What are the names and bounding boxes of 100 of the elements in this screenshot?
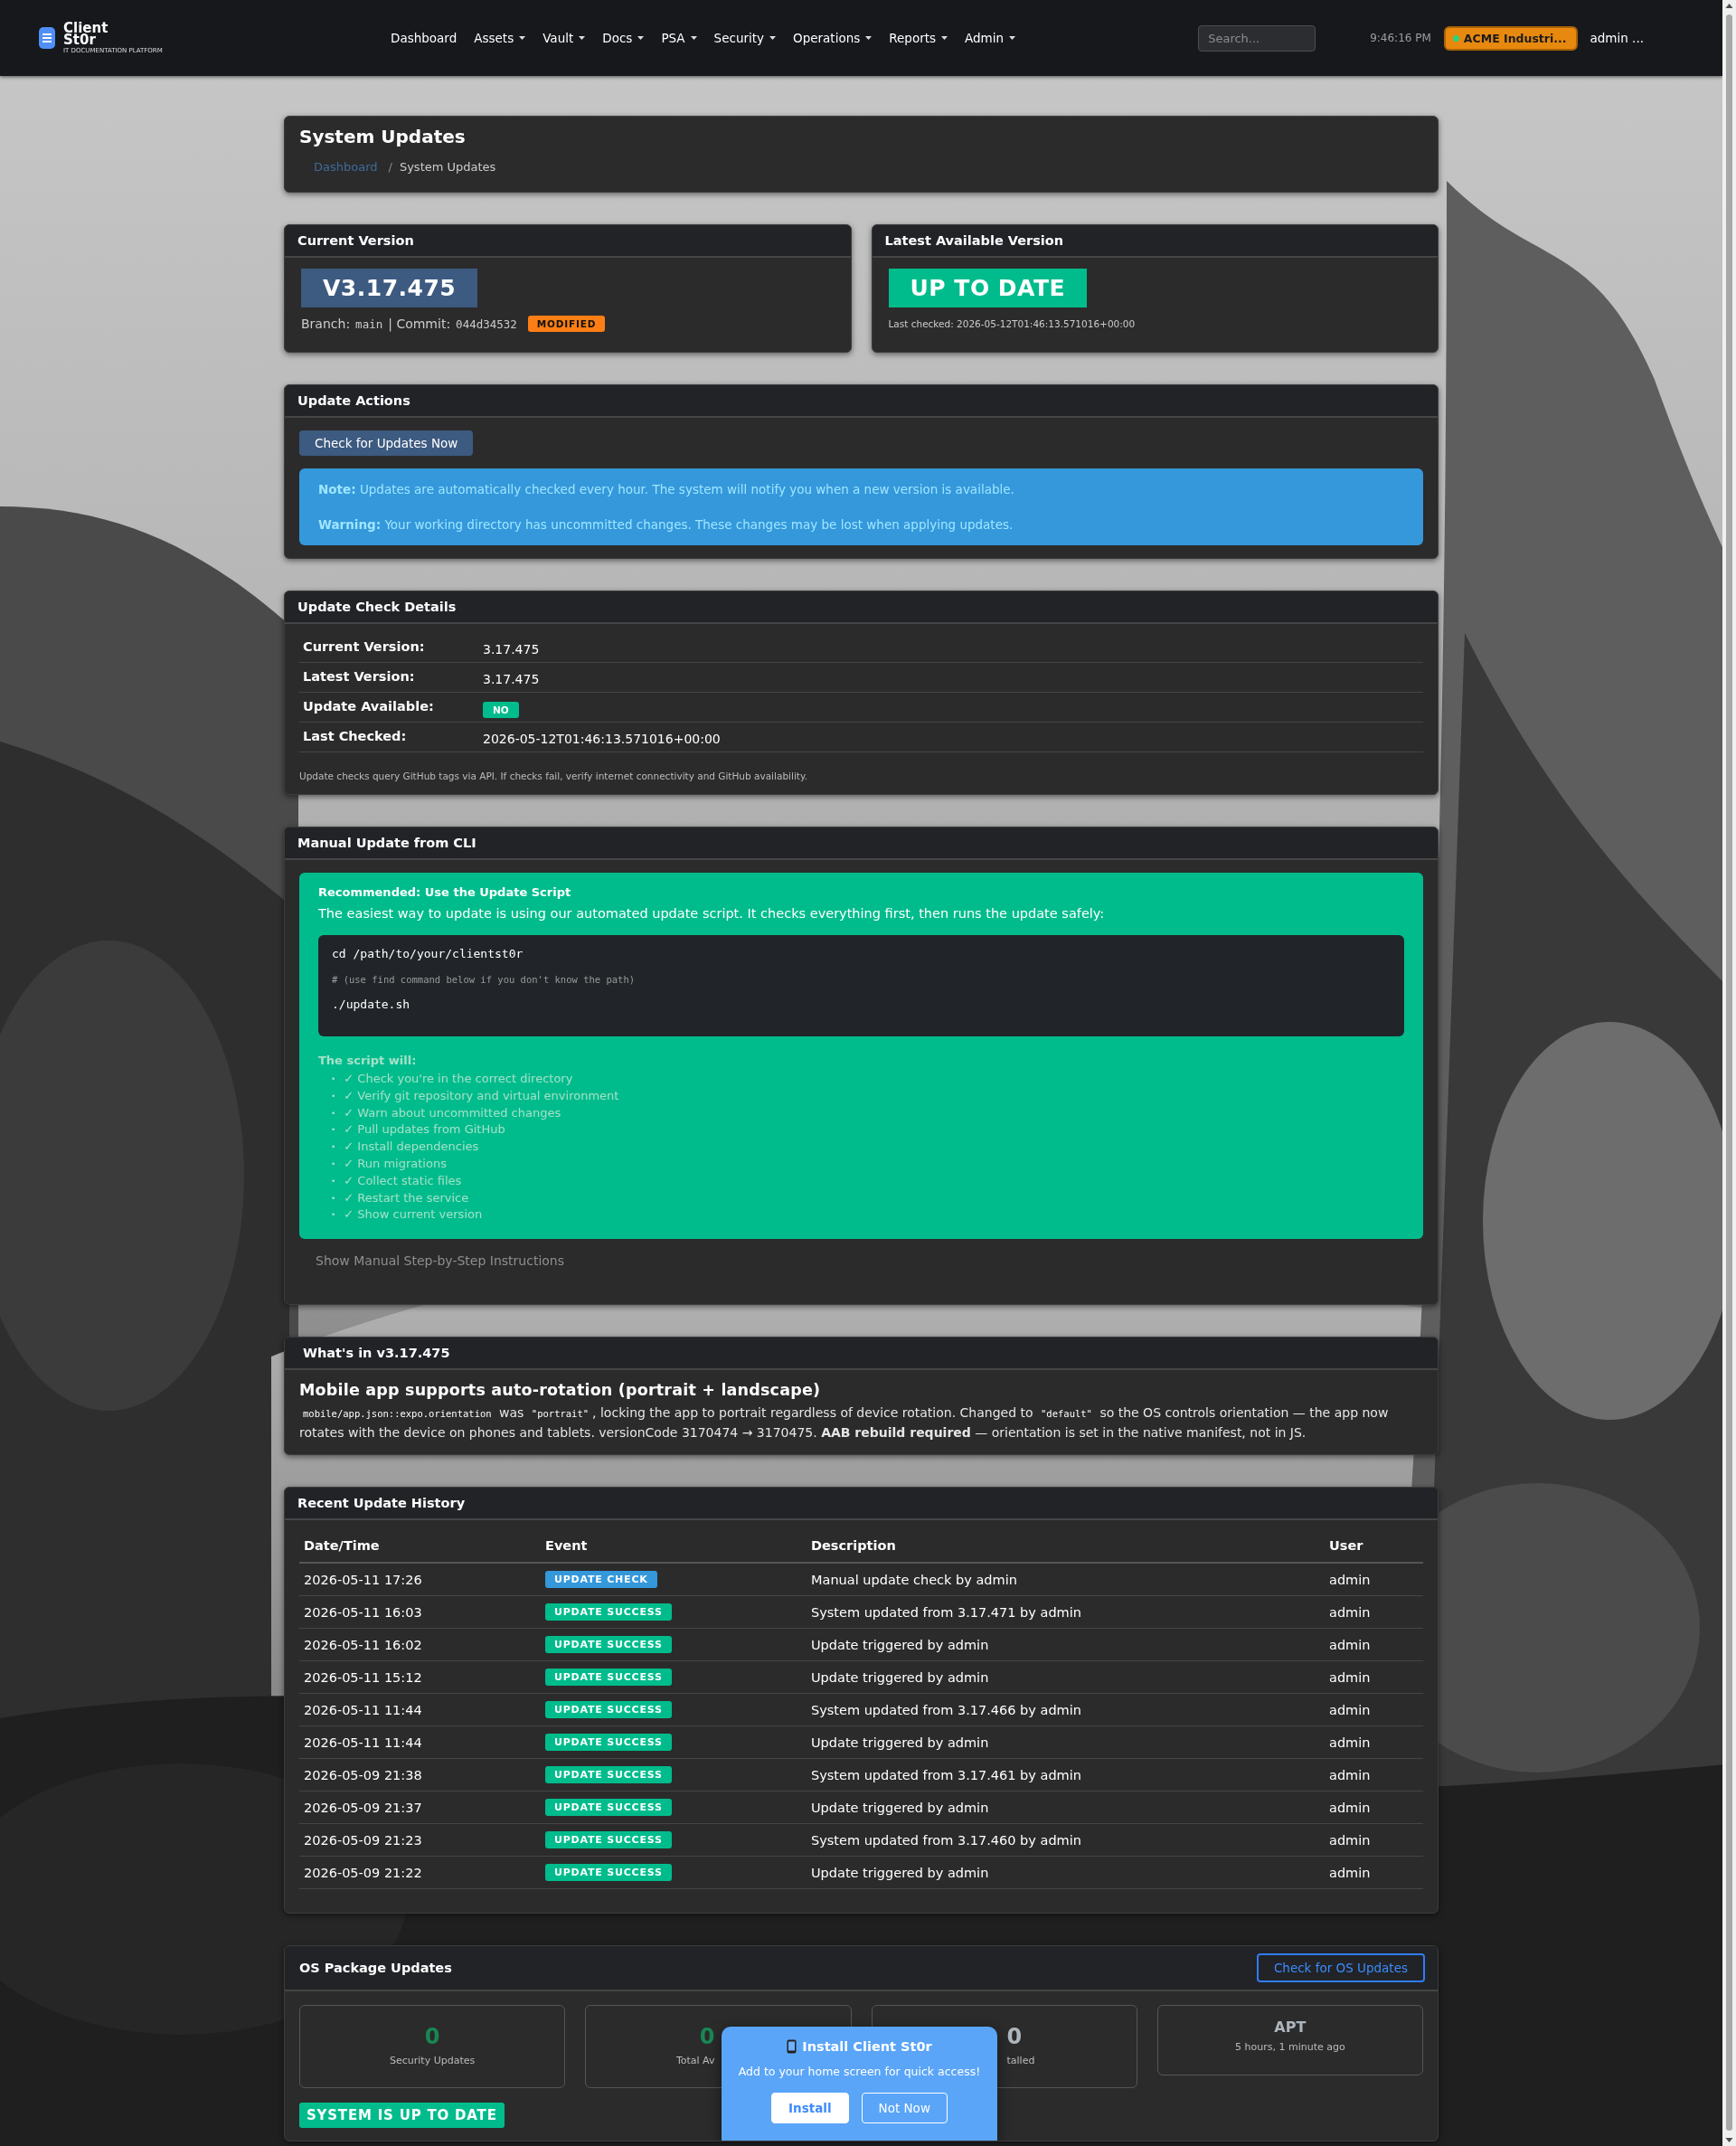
nav-link[interactable]: PSA bbox=[661, 31, 697, 45]
prompt-title: Install Client St0r bbox=[802, 2039, 932, 2055]
caret-icon bbox=[941, 36, 948, 40]
branch-label: Branch: bbox=[301, 317, 351, 331]
detail-value: 3.17.475 bbox=[483, 672, 540, 686]
instructions-toggle[interactable]: Show Manual Step-by-Step Instructions bbox=[316, 1253, 1423, 1269]
event-badge: UPDATE SUCCESS bbox=[545, 1864, 672, 1882]
column-header: Description bbox=[811, 1538, 896, 1554]
logo-icon bbox=[38, 26, 56, 50]
search-field[interactable]: Search... bbox=[1198, 24, 1316, 52]
nav-link[interactable]: Dashboard bbox=[391, 31, 458, 45]
alert-text: Warning: Your working directory has uncommitted changes. These changes may be lost when applying updates. bbox=[318, 517, 1014, 532]
card-title: Latest Available Version bbox=[884, 233, 1064, 248]
prompt-text: Add to your home screen for quick access! bbox=[738, 2065, 981, 2079]
clock: 9:46:16 PM bbox=[1370, 32, 1431, 44]
event-badge: UPDATE CHECK bbox=[545, 1571, 657, 1589]
status-badge: MODIFIED bbox=[527, 316, 606, 332]
caret-icon bbox=[865, 36, 873, 40]
step-item: ✓ Restart the service bbox=[344, 1189, 469, 1206]
bullet: • bbox=[331, 1073, 336, 1085]
commit-label: | Commit: bbox=[388, 317, 451, 331]
nav-link[interactable]: Security bbox=[713, 31, 776, 45]
release-description: mobile/app.json::expo.orientation was "portrait" , locking the app to portrait regardless of device rotation. Changed to "default" so the OS controls orientation — the app now rotates with the device on phones and tablets. versionCode 3170474 → 3170475. AAB rebuild required — orientation is set in the native manifest, not in JS. bbox=[299, 1404, 1390, 1442]
stat-value: 0 bbox=[699, 2024, 715, 2050]
table-cell: 2026-05-09 21:22 bbox=[304, 1865, 422, 1880]
stat-label: 5 hours, 1 minute ago bbox=[1235, 2041, 1345, 2054]
column-header: User bbox=[1329, 1538, 1363, 1554]
nav-link[interactable]: Docs bbox=[602, 31, 645, 45]
nav-link[interactable]: Assets bbox=[474, 31, 526, 45]
branch-name: main bbox=[355, 317, 383, 331]
detail-label: Latest Version: bbox=[303, 669, 415, 684]
status-badge: SYSTEM IS UP TO DATE bbox=[299, 2103, 505, 2129]
step-item: ✓ Warn about uncommitted changes bbox=[344, 1104, 561, 1121]
card-title: Update Check Details bbox=[297, 600, 457, 614]
table-cell: System updated from 3.17.460 by admin bbox=[811, 1832, 1081, 1848]
step-item: ✓ Check you're in the correct directory bbox=[344, 1071, 573, 1087]
table-cell: 2026-05-09 21:38 bbox=[304, 1767, 422, 1782]
caret-icon bbox=[690, 36, 697, 40]
detail-label: Last Checked: bbox=[303, 729, 407, 743]
event-badge: UPDATE SUCCESS bbox=[545, 1734, 672, 1752]
user-menu[interactable]: admin ... bbox=[1590, 31, 1644, 45]
detail-label: Update Available: bbox=[303, 699, 434, 714]
breadcrumb-separator: / bbox=[388, 160, 392, 174]
nav-link[interactable]: Admin bbox=[965, 31, 1016, 45]
bullet: • bbox=[331, 1158, 336, 1170]
nav-link[interactable]: Operations bbox=[793, 31, 873, 45]
card-title: Recent Update History bbox=[297, 1496, 466, 1511]
brand-name: St0r bbox=[63, 33, 96, 47]
table-cell: admin bbox=[1329, 1767, 1371, 1782]
check-os-updates-button[interactable]: Check for OS Updates bbox=[1256, 1953, 1425, 1983]
step-item: ✓ Run migrations bbox=[344, 1156, 447, 1172]
status-badge: UP TO DATE bbox=[888, 269, 1088, 307]
stat-value: APT bbox=[1274, 2018, 1307, 2037]
table-cell: Update triggered by admin bbox=[811, 1669, 989, 1685]
table-cell: admin bbox=[1329, 1604, 1371, 1620]
step-item: ✓ Collect static files bbox=[344, 1172, 462, 1189]
code-line: ./update.sh bbox=[332, 997, 411, 1011]
table-cell: admin bbox=[1329, 1800, 1371, 1815]
detail-label: Current Version: bbox=[303, 639, 425, 654]
event-badge: UPDATE SUCCESS bbox=[545, 1669, 672, 1687]
caret-icon bbox=[769, 36, 776, 40]
card-title: Update Actions bbox=[297, 393, 410, 408]
status-dot bbox=[1452, 34, 1459, 42]
stat-label: talled bbox=[1006, 2055, 1035, 2067]
alert-text: The easiest way to update is using our automated update script. It checks everything first, then runs the update safely: bbox=[318, 906, 1106, 921]
event-badge: UPDATE SUCCESS bbox=[545, 1603, 672, 1621]
bullet: • bbox=[331, 1107, 336, 1120]
nav-link[interactable]: Vault bbox=[542, 31, 586, 45]
caret-icon bbox=[1009, 36, 1016, 40]
event-badge: UPDATE SUCCESS bbox=[545, 1636, 672, 1654]
detail-value: 2026-05-12T01:46:13.571016+00:00 bbox=[483, 732, 721, 746]
table-cell: System updated from 3.17.466 by admin bbox=[811, 1702, 1081, 1717]
status-badge: NO bbox=[483, 702, 519, 718]
caret-icon bbox=[637, 36, 645, 40]
nav-link[interactable]: Reports bbox=[889, 31, 948, 45]
table-cell: 2026-05-11 11:44 bbox=[304, 1735, 422, 1750]
step-item: ✓ Show current version bbox=[344, 1206, 483, 1224]
bullet: • bbox=[331, 1124, 336, 1137]
caret-icon bbox=[579, 36, 586, 40]
check-updates-button[interactable]: Check for Updates Now bbox=[299, 430, 474, 456]
page-title: System Updates bbox=[299, 126, 467, 147]
alert-text: Note: Updates are automatically checked every hour. The system will notify you when a new version is available. bbox=[318, 482, 1015, 496]
step-item: ✓ Install dependencies bbox=[344, 1139, 479, 1156]
bullet: • bbox=[331, 1209, 336, 1222]
stat-label: Total Av bbox=[675, 2055, 715, 2067]
brand-name: Client bbox=[63, 22, 109, 35]
table-cell: 2026-05-11 15:12 bbox=[304, 1669, 422, 1685]
card-title: What's in v3.17.475 bbox=[303, 1346, 450, 1361]
card-title: Current Version bbox=[297, 233, 414, 248]
table-cell: 2026-05-09 21:23 bbox=[304, 1832, 422, 1848]
table-cell: Update triggered by admin bbox=[811, 1637, 989, 1652]
version-number: V3.17.475 bbox=[301, 269, 478, 307]
column-header: Event bbox=[545, 1538, 588, 1554]
table-cell: Update triggered by admin bbox=[811, 1735, 989, 1750]
event-badge: UPDATE SUCCESS bbox=[545, 1701, 672, 1719]
table-cell: Manual update check by admin bbox=[811, 1572, 1017, 1587]
table-cell: 2026-05-11 17:26 bbox=[304, 1572, 422, 1587]
table-cell: 2026-05-09 21:37 bbox=[304, 1800, 422, 1815]
organization-button[interactable]: ACME Industri... bbox=[1443, 25, 1578, 51]
scrollbar[interactable] bbox=[1722, 0, 1736, 2146]
